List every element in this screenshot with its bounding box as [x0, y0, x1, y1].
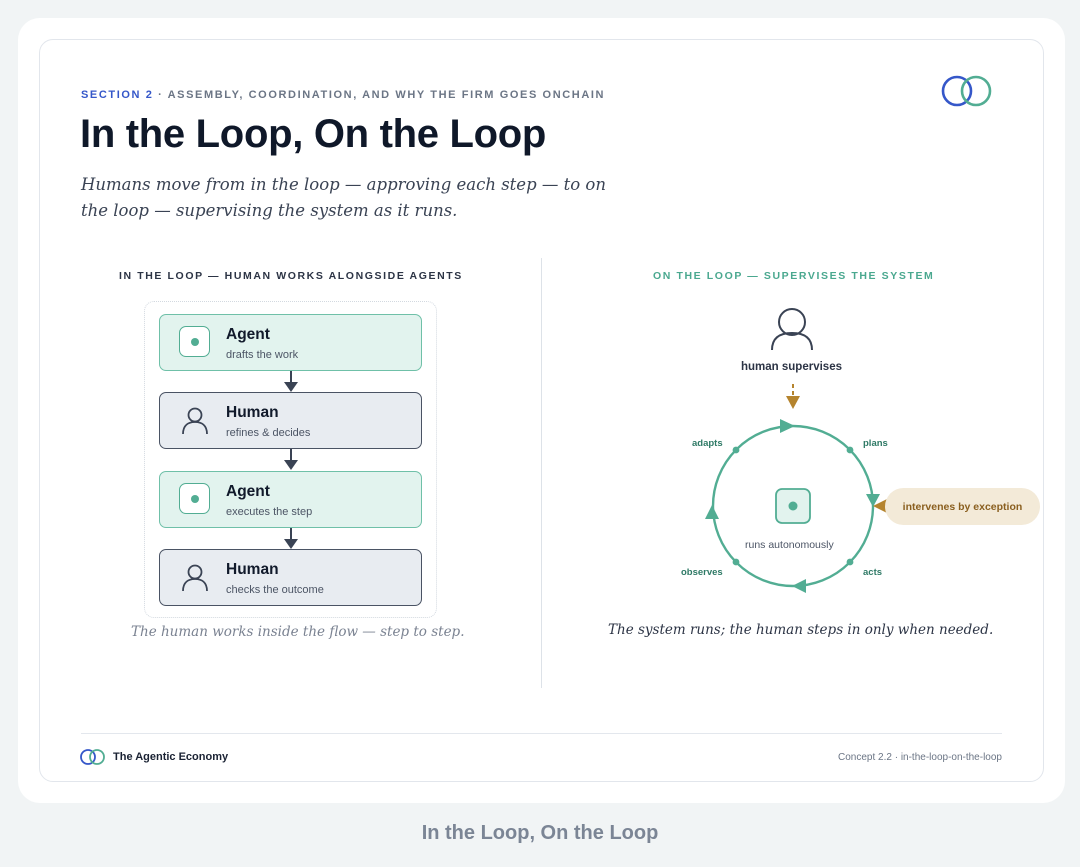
node-label-adapts: adapts	[692, 438, 723, 449]
section-label: SECTION 2	[81, 89, 154, 101]
step-name: Human	[226, 404, 279, 421]
arrow-down-icon	[284, 371, 298, 392]
node-label-observes: observes	[681, 567, 723, 578]
page-caption: In the Loop, On the Loop	[421, 822, 659, 844]
node-label-acts: acts	[863, 567, 883, 578]
step-name: Agent	[226, 483, 270, 500]
section-eyebrow: SECTION 2 · ASSEMBLY, COORDINATION, AND …	[81, 89, 605, 101]
flow-step-human-refines: Human refines & decides	[159, 392, 422, 449]
section-topic: ASSEMBLY, COORDINATION, AND WHY THE FIRM…	[167, 89, 606, 101]
autonomous-agent-icon	[775, 488, 811, 524]
agent-icon	[179, 483, 212, 516]
arrow-down-icon	[284, 449, 298, 470]
column-divider	[541, 258, 542, 688]
supervision-arrow	[786, 384, 800, 409]
brand-rings-icon	[941, 75, 992, 107]
page-title: In the Loop, On the Loop	[80, 112, 547, 156]
section-separator: ·	[153, 89, 168, 101]
page-subtitle: Humans move from in the loop — approving…	[81, 175, 606, 220]
supervisor-label: human supervises	[741, 361, 842, 373]
step-desc: drafts the work	[226, 349, 299, 361]
flow-step-agent-drafts: Agent drafts the work	[159, 314, 422, 371]
loop-arrow-left	[705, 505, 719, 519]
on-the-loop-heading: ON THE LOOP — SUPERVISES THE SYSTEM	[653, 270, 935, 282]
step-name: Agent	[226, 326, 270, 343]
agent-icon	[179, 326, 212, 359]
node-dot-adapts	[732, 446, 740, 454]
footer-divider	[81, 733, 1002, 734]
person-icon	[179, 561, 212, 594]
loop-arrow-top	[780, 419, 795, 433]
footer-rings-icon	[80, 749, 105, 765]
supervision-loop	[705, 308, 887, 593]
supervisor-person-icon	[771, 308, 813, 351]
in-the-loop-heading: IN THE LOOP — HUMAN WORKS ALONGSIDE AGEN…	[119, 270, 463, 282]
footer-concept: Concept 2.2 · in-the-loop-on-the-loop	[838, 752, 1002, 763]
arrow-down-icon	[284, 528, 298, 549]
core-label: runs autonomously	[745, 539, 834, 551]
loop-arrow-bottom	[792, 579, 806, 593]
step-name: Human	[226, 561, 279, 578]
step-desc: checks the outcome	[226, 584, 324, 596]
node-dot-plans	[846, 446, 854, 454]
step-desc: executes the step	[226, 506, 313, 518]
node-dot-observes	[732, 558, 740, 566]
step-desc: refines & decides	[226, 427, 311, 439]
flow-step-human-checks: Human checks the outcome	[159, 549, 422, 606]
flow-step-agent-executes: Agent executes the step	[159, 471, 422, 528]
footer-brand: The Agentic Economy	[113, 751, 229, 763]
on-the-loop-caption: The system runs; the human steps in only…	[608, 622, 994, 638]
person-icon	[179, 404, 212, 437]
intervene-pill: intervenes by exception	[885, 488, 1040, 525]
node-dot-acts	[846, 558, 854, 566]
node-label-plans: plans	[863, 438, 888, 449]
in-the-loop-caption: The human works inside the flow — step t…	[131, 624, 465, 640]
